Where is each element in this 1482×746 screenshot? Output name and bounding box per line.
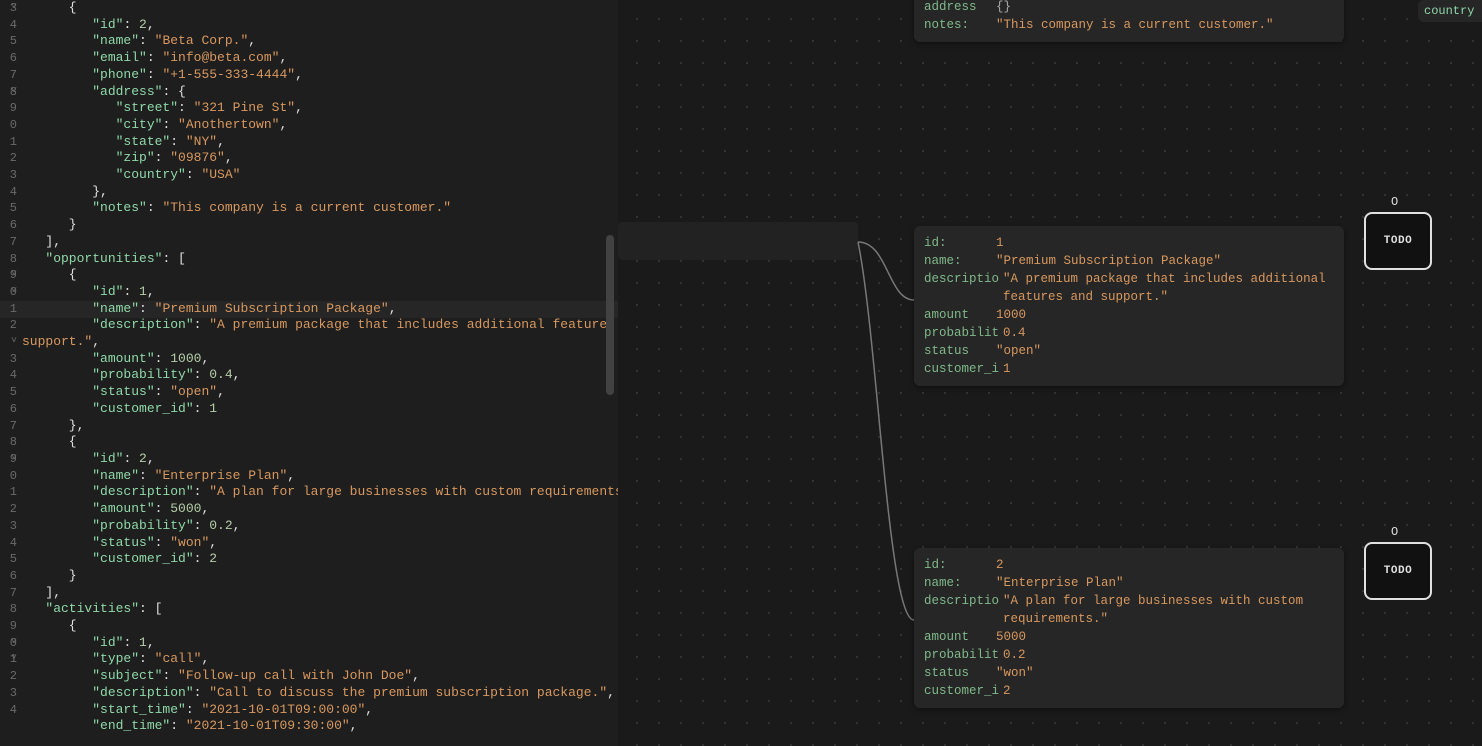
graph-node-country[interactable]: country " bbox=[1418, 0, 1482, 22]
node-value: 2 bbox=[1003, 682, 1011, 700]
node-port-label: O bbox=[1391, 525, 1398, 539]
node-key: descriptio bbox=[924, 270, 1003, 306]
node-key: customer_i bbox=[924, 682, 1003, 700]
node-value: 1 bbox=[1003, 360, 1011, 378]
node-key: probabilit bbox=[924, 324, 1003, 342]
node-key: country bbox=[1424, 4, 1474, 18]
node-key: name: bbox=[924, 574, 996, 592]
node-key: amount bbox=[924, 306, 996, 324]
node-key: address bbox=[924, 0, 996, 16]
graph-node-opportunity-1[interactable]: id:1name:"Premium Subscription Package"d… bbox=[914, 226, 1344, 386]
node-value: "open" bbox=[996, 342, 1041, 360]
node-value: 5000 bbox=[996, 628, 1026, 646]
fold-gutter[interactable]: ˅ ˅ ˅˅ ˅ ˅ ˅˅ bbox=[11, 0, 21, 735]
code-editor[interactable]: 34567890123456789012 3456789012345678901… bbox=[0, 0, 618, 746]
node-value: "A plan for large businesses with custom… bbox=[1003, 592, 1333, 628]
node-value: 2 bbox=[996, 556, 1004, 574]
node-port-label: O bbox=[1391, 195, 1398, 209]
node-value: "Enterprise Plan" bbox=[996, 574, 1124, 592]
node-key: id: bbox=[924, 556, 996, 574]
node-value: "A premium package that includes additio… bbox=[1003, 270, 1333, 306]
graph-node-customer[interactable]: address{} notes:"This company is a curre… bbox=[914, 0, 1344, 42]
graph-canvas[interactable]: address{} notes:"This company is a curre… bbox=[618, 0, 1482, 746]
node-key: probabilit bbox=[924, 646, 1003, 664]
node-key: name: bbox=[924, 252, 996, 270]
todo-node-2[interactable]: TODO bbox=[1364, 542, 1432, 600]
todo-node-1[interactable]: TODO bbox=[1364, 212, 1432, 270]
graph-node-opportunity-2[interactable]: id:2name:"Enterprise Plan"descriptio"A p… bbox=[914, 548, 1344, 708]
node-value: "won" bbox=[996, 664, 1034, 682]
node-key: status bbox=[924, 664, 996, 682]
node-key: id: bbox=[924, 234, 996, 252]
node-key: amount bbox=[924, 628, 996, 646]
node-value: {} bbox=[996, 0, 1011, 16]
node-value: 0.2 bbox=[1003, 646, 1026, 664]
node-value: 1 bbox=[996, 234, 1004, 252]
node-key: status bbox=[924, 342, 996, 360]
vertical-scrollbar-thumb[interactable] bbox=[606, 235, 614, 395]
node-key: customer_i bbox=[924, 360, 1003, 378]
node-value: 1000 bbox=[996, 306, 1026, 324]
node-key: descriptio bbox=[924, 592, 1003, 628]
node-value: 0.4 bbox=[1003, 324, 1026, 342]
node-key: notes: bbox=[924, 16, 996, 34]
code-content[interactable]: { "id": 2, "name": "Beta Corp.", "email"… bbox=[22, 0, 618, 735]
node-value: "Premium Subscription Package" bbox=[996, 252, 1221, 270]
graph-node-stub[interactable] bbox=[618, 222, 858, 260]
node-value: "This company is a current customer." bbox=[996, 16, 1274, 34]
